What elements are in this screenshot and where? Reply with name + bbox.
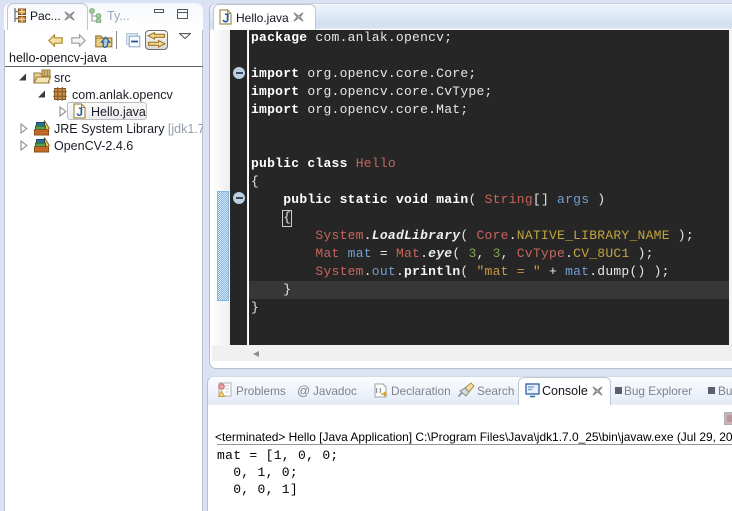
svg-text:J: J: [76, 105, 83, 119]
svg-text:J: J: [222, 11, 229, 26]
